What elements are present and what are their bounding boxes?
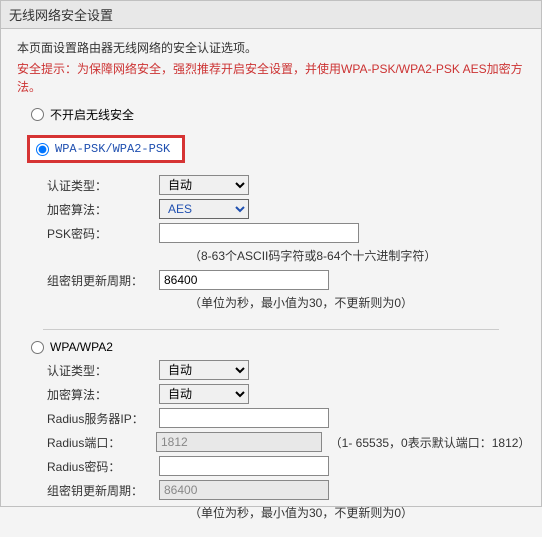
window-title: 无线网络安全设置 — [9, 8, 113, 23]
intro-text: 本页面设置路由器无线网络的安全认证选项。 — [17, 39, 525, 56]
psk-auth-label: 认证类型： — [47, 177, 159, 194]
psk-rekey-label: 组密钥更新周期： — [47, 272, 159, 289]
radio-row-none: 不开启无线安全 — [31, 106, 525, 123]
psk-algo-select[interactable]: AES — [159, 199, 249, 219]
security-warning: 安全提示：为保障网络安全，强烈推荐开启安全设置，并使用WPA-PSK/WPA2-… — [17, 60, 525, 96]
radio-psk-highlight: WPA-PSK/WPA2-PSK — [27, 135, 185, 163]
settings-window: 无线网络安全设置 本页面设置路由器无线网络的安全认证选项。 安全提示：为保障网络… — [0, 0, 542, 507]
radius-pwd-input[interactable] — [159, 456, 329, 476]
wpa-group: 认证类型： 自动 加密算法： 自动 Radius服务器IP： Radius端口：… — [47, 360, 525, 521]
radius-ip-input[interactable] — [159, 408, 329, 428]
psk-pwd-label: PSK密码： — [47, 225, 159, 242]
radius-ip-label: Radius服务器IP： — [47, 410, 159, 427]
psk-group: 认证类型： 自动 加密算法： AES PSK密码： （8-63个ASCII码字符… — [47, 175, 525, 311]
wpa-rekey-label: 组密钥更新周期： — [47, 482, 159, 499]
wpa-auth-label: 认证类型： — [47, 362, 159, 379]
radius-pwd-label: Radius密码： — [47, 458, 159, 475]
title-bar: 无线网络安全设置 — [1, 1, 541, 29]
radio-psk[interactable] — [36, 143, 49, 156]
radio-row-wpa: WPA/WPA2 — [31, 340, 525, 354]
radio-wpa[interactable] — [31, 341, 44, 354]
radius-port-hint: （1- 65535，0表示默认端口：1812） — [330, 434, 525, 451]
psk-rekey-hint: （单位为秒，最小值为30，不更新则为0） — [189, 294, 525, 311]
psk-pwd-hint: （8-63个ASCII码字符或8-64个十六进制字符） — [189, 247, 525, 264]
radius-port-input[interactable] — [156, 432, 322, 452]
content-area: 本页面设置路由器无线网络的安全认证选项。 安全提示：为保障网络安全，强烈推荐开启… — [1, 29, 541, 537]
wpa-auth-select[interactable]: 自动 — [159, 360, 249, 380]
psk-pwd-input[interactable] — [159, 223, 359, 243]
wpa-rekey-input[interactable] — [159, 480, 329, 500]
psk-auth-select[interactable]: 自动 — [159, 175, 249, 195]
wpa-algo-label: 加密算法： — [47, 386, 159, 403]
psk-algo-label: 加密算法： — [47, 201, 159, 218]
radio-none-label: 不开启无线安全 — [50, 106, 134, 123]
psk-rekey-input[interactable] — [159, 270, 329, 290]
radio-wpa-label: WPA/WPA2 — [50, 340, 113, 354]
wpa-algo-select[interactable]: 自动 — [159, 384, 249, 404]
separator — [43, 329, 499, 330]
radio-psk-label: WPA-PSK/WPA2-PSK — [55, 142, 170, 156]
radius-port-label: Radius端口： — [47, 434, 156, 451]
radio-none[interactable] — [31, 108, 44, 121]
